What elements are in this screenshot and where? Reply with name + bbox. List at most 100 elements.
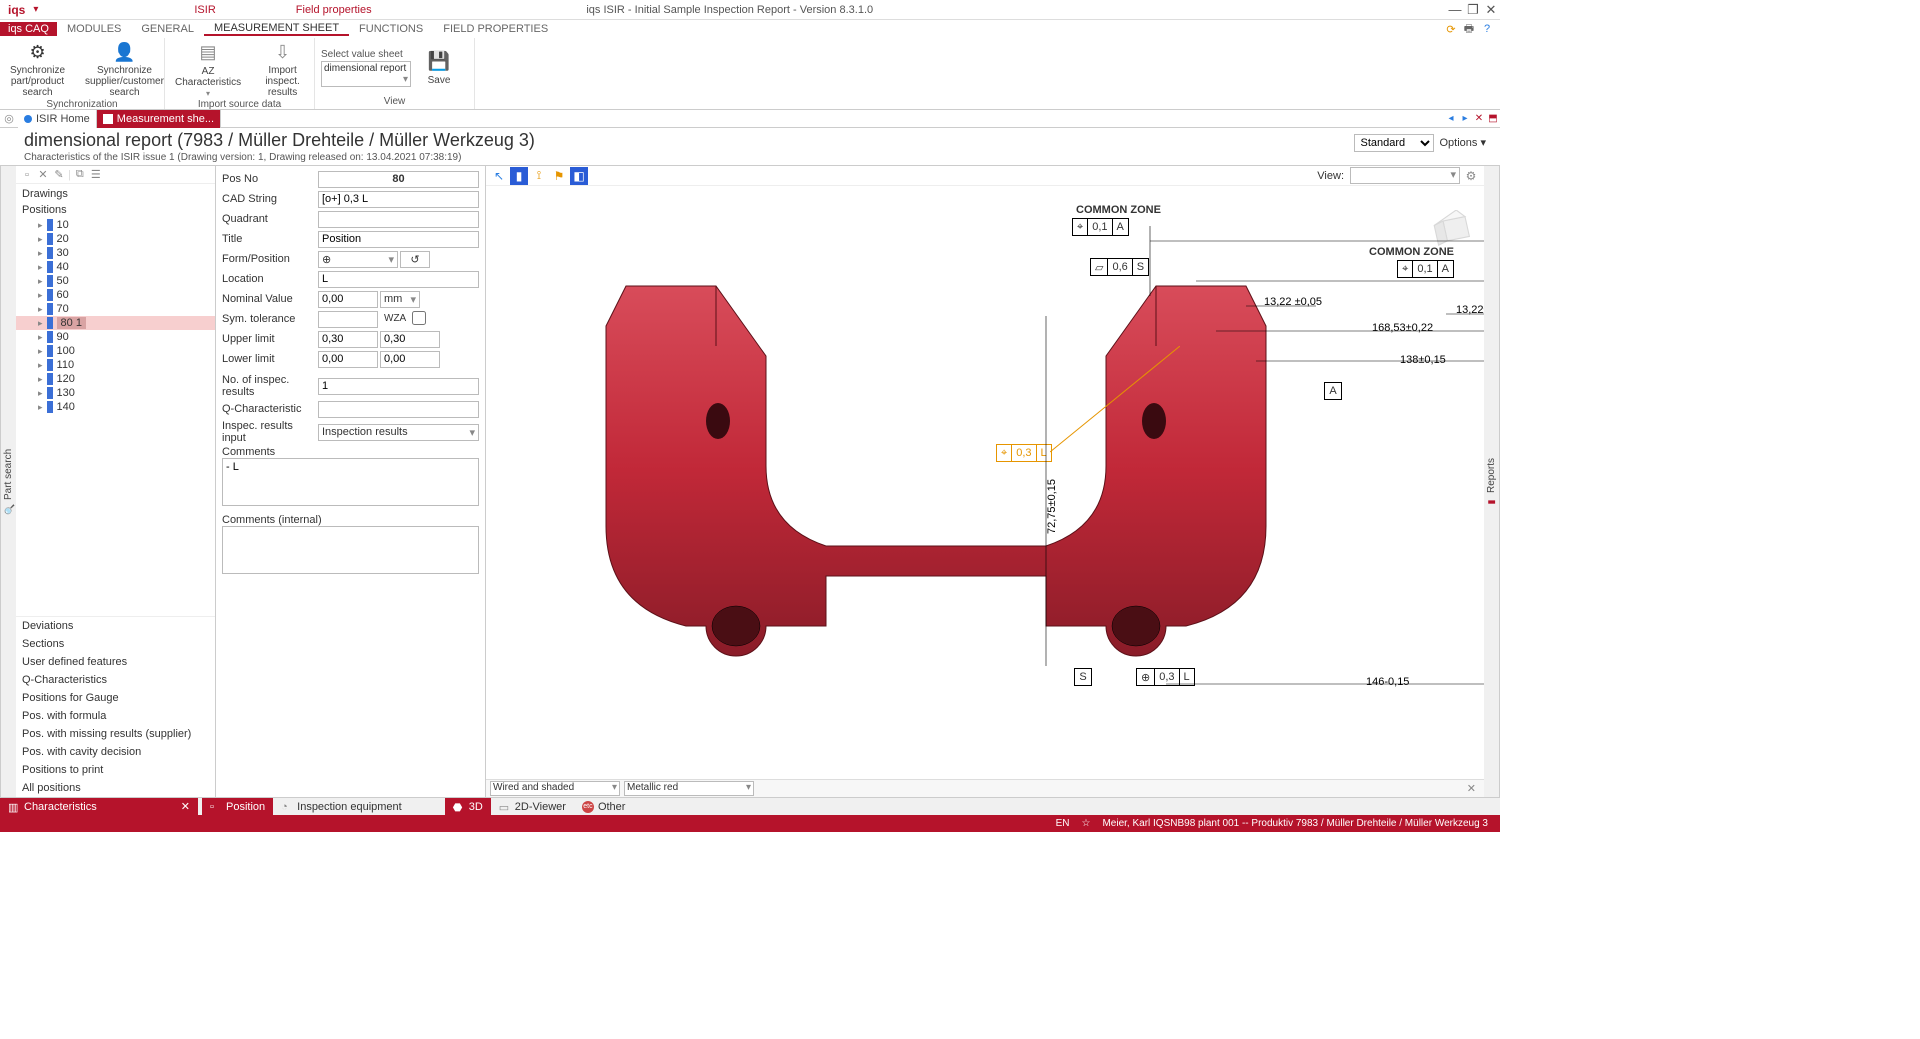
status-star-icon[interactable]: ☆ [1075,818,1096,829]
maximize-button[interactable]: ❐ [1464,2,1482,18]
btab-position[interactable]: ▫ Position [202,798,273,816]
btab-other[interactable]: etc Other [574,798,634,816]
tree-link-0[interactable]: Deviations [16,617,215,635]
formpos-icon-btn[interactable]: ↺ [400,251,430,268]
comments-textarea[interactable]: - L [222,458,479,506]
orientation-cube[interactable] [1432,210,1476,254]
comments-internal-textarea[interactable] [222,526,479,574]
upperlimit-input2[interactable] [380,331,440,348]
tree-link-4[interactable]: Positions for Gauge [16,689,215,707]
tree-pos-90[interactable]: ▸90 [16,330,215,344]
btab-3d[interactable]: ⬣ 3D [445,798,491,816]
tree-pos-130[interactable]: ▸130 [16,386,215,400]
qchar-input[interactable] [318,401,479,418]
color-select[interactable]: Metallic red▾ [624,781,754,796]
logo-dropdown-icon[interactable]: ▾ [33,4,44,15]
tree-drawings[interactable]: Drawings [16,186,215,202]
tree-pos-70[interactable]: ▸70 [16,302,215,316]
menu-measurement-sheet[interactable]: MEASUREMENT SHEET [204,22,349,36]
print-icon[interactable]: 🖶 [1462,22,1476,36]
viewer-measure-icon[interactable]: ⟟ [530,167,548,185]
numresults-input[interactable] [318,378,479,395]
tree-pos-80[interactable]: ▸80 1 [16,316,215,330]
delete-icon[interactable]: ✕ [36,168,50,182]
sync-supplier-button[interactable]: 👤 Synchronize supplier/customer search [81,40,168,98]
3d-canvas[interactable]: COMMON ZONE ⌖0,1A ⏥0,6S ⌖0,3L COMMON ZON… [486,186,1484,779]
gd-box-3-selected[interactable]: ⌖0,3L [996,444,1052,462]
tab-nav-icon[interactable]: ◎ [0,110,18,128]
tree-pos-40[interactable]: ▸40 [16,260,215,274]
tab-close-icon[interactable]: ✕ [1472,113,1486,124]
tab-isir-home[interactable]: ISIR Home [18,110,97,128]
menu-field-properties[interactable]: FIELD PROPERTIES [433,23,558,35]
list-icon[interactable]: ☰ [89,168,103,182]
menu-functions[interactable]: FUNCTIONS [349,23,433,35]
tree-pos-20[interactable]: ▸20 [16,232,215,246]
viewer-settings-icon[interactable]: ⚙ [1462,167,1480,185]
formpos-select[interactable]: ⊕▾ [318,251,398,268]
tree-link-1[interactable]: Sections [16,635,215,653]
tree-link-7[interactable]: Pos. with cavity decision [16,743,215,761]
tree-positions[interactable]: Positions [16,202,215,218]
cad-input[interactable] [318,191,479,208]
vtab-part-search[interactable]: 🔍Part search [0,166,16,797]
refresh-icon[interactable]: ⟳ [1444,22,1458,36]
tree-link-3[interactable]: Q-Characteristics [16,671,215,689]
new-icon[interactable]: ▫ [20,168,34,182]
tab-next-icon[interactable]: ▸ [1458,113,1472,124]
shade-select[interactable]: Wired and shaded▾ [490,781,620,796]
options-button[interactable]: Options ▾ [1434,136,1493,149]
tree-link-6[interactable]: Pos. with missing results (supplier) [16,725,215,743]
btab-char-close[interactable]: ✕ [161,800,190,813]
copy-icon[interactable]: ⧉ [73,168,87,182]
lowerlimit-input1[interactable] [318,351,378,368]
location-input[interactable] [318,271,479,288]
help-icon[interactable]: ? [1480,22,1494,36]
vtab-reports[interactable]: ▮Reports [1484,166,1500,797]
menu-modules[interactable]: MODULES [57,23,131,35]
status-lang[interactable]: EN [1050,818,1076,829]
tab-pin-icon[interactable]: ⬒ [1486,113,1500,124]
standard-select[interactable]: Standard [1354,134,1434,152]
minimize-button[interactable]: — [1446,2,1464,17]
viewer-close-icon[interactable]: ✕ [1463,782,1480,795]
brand-badge[interactable]: iqs CAQ [0,22,57,36]
tree-link-8[interactable]: Positions to print [16,761,215,779]
tree-pos-10[interactable]: ▸10 [16,218,215,232]
viewer-column-icon[interactable]: ▮ [510,167,528,185]
btab-2d-viewer[interactable]: ▭ 2D-Viewer [491,798,574,816]
tab-prev-icon[interactable]: ◂ [1444,113,1458,124]
tree-pos-60[interactable]: ▸60 [16,288,215,302]
tree-pos-100[interactable]: ▸100 [16,344,215,358]
quick-link-fieldprops[interactable]: Field properties [296,4,372,16]
tree-pos-110[interactable]: ▸110 [16,358,215,372]
viewer-cursor-icon[interactable]: ↖ [490,167,508,185]
edit-icon[interactable]: ✎ [52,168,66,182]
nominal-input[interactable] [318,291,378,308]
lowerlimit-input2[interactable] [380,351,440,368]
wza-checkbox[interactable] [412,311,426,325]
close-button[interactable]: ✕ [1482,2,1500,18]
select-sheet-combo[interactable]: dimensional report ▾ [321,61,411,87]
view-select[interactable]: ▾ [1350,167,1460,184]
symtol-input[interactable] [318,311,378,328]
title-input[interactable] [318,231,479,248]
tree-pos-120[interactable]: ▸120 [16,372,215,386]
viewer-select-icon[interactable]: ◧ [570,167,588,185]
btab-inspection-equipment[interactable]: ◔ Inspection equipment [273,798,410,816]
nominal-unit[interactable]: mm▾ [380,291,420,308]
viewer-flag-icon[interactable]: ⚑ [550,167,568,185]
btab-characteristics[interactable]: ▥ Characteristics ✕ [0,798,198,816]
tree-pos-50[interactable]: ▸50 [16,274,215,288]
tree-pos-140[interactable]: ▸140 [16,400,215,414]
quick-link-isir[interactable]: ISIR [44,4,295,16]
tree-link-9[interactable]: All positions [16,779,215,797]
az-characteristics-button[interactable]: ▤ AZ Characteristics ▾ [171,41,245,98]
tree-link-2[interactable]: User defined features [16,653,215,671]
menu-general[interactable]: GENERAL [131,23,204,35]
irinput-select[interactable]: Inspection results▾ [318,424,479,441]
tree-link-5[interactable]: Pos. with formula [16,707,215,725]
import-results-button[interactable]: ⇩ Import inspect. results [257,40,308,98]
tree-pos-30[interactable]: ▸30 [16,246,215,260]
save-button[interactable]: 💾 Save [423,50,455,86]
